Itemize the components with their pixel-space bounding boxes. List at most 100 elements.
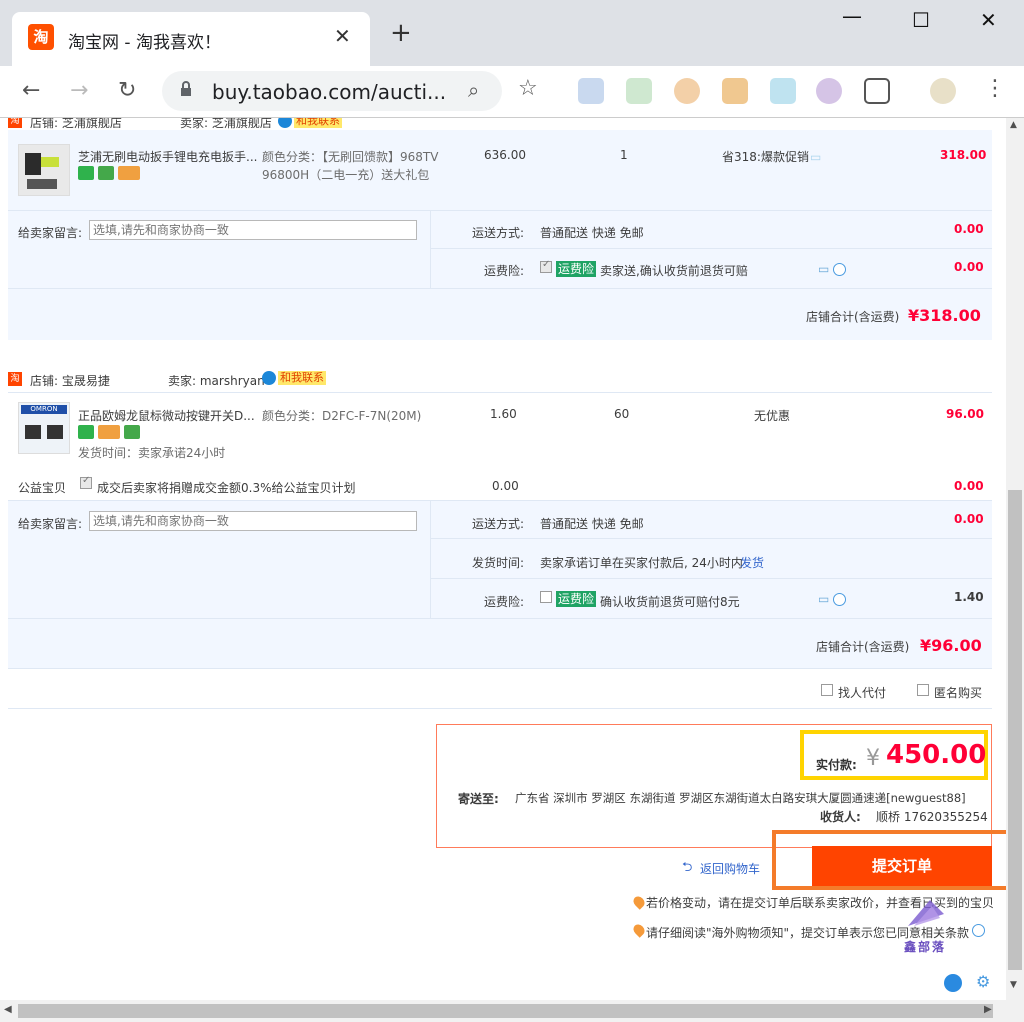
message-label: 给卖家留言:	[18, 517, 83, 531]
shipping-cost: 0.00	[954, 512, 984, 526]
chat-icon[interactable]: ▭	[810, 150, 821, 164]
order-page: 淘 店铺: 芝浦旗舰店 卖家: 芝浦旗舰店 和我联系 芝浦无刷电动扳手锂电充电扳…	[0, 118, 1006, 1000]
shipping-method[interactable]: 普通配送 快递 免邮	[540, 515, 644, 532]
receiver-label: 收货人:	[820, 810, 861, 824]
quantity: 60	[614, 407, 630, 421]
window-close-button[interactable]: ✕	[980, 8, 997, 32]
wangwang-chat-icon[interactable]	[944, 974, 962, 992]
divider	[8, 668, 992, 669]
tab-close-icon[interactable]: ✕	[334, 24, 351, 48]
location-pin-icon	[631, 922, 647, 938]
scroll-up-arrow-icon[interactable]: ▲	[1010, 120, 1017, 130]
unit-price: 1.60	[490, 407, 517, 421]
shop-total-label: 店铺合计(含运费)	[816, 640, 910, 654]
shop-total: ¥318.00	[908, 306, 981, 325]
back-to-cart-link[interactable]: 返回购物车	[700, 860, 760, 877]
chat-icon[interactable]: ▭	[818, 592, 829, 606]
extension-icon[interactable]	[626, 78, 652, 104]
return-arrow-icon[interactable]: ⮌	[682, 858, 692, 880]
shipping-method[interactable]: 普通配送 快递 免邮	[540, 224, 644, 241]
divider	[8, 288, 992, 289]
anonymous-checkbox[interactable]	[917, 684, 929, 696]
brand-label: OMRON	[21, 405, 67, 414]
scroll-down-arrow-icon[interactable]: ▼	[1010, 980, 1017, 990]
product-image[interactable]	[18, 144, 70, 196]
vertical-scrollbar[interactable]: ▲ ▼	[1006, 118, 1024, 1000]
anonymous-label[interactable]: 匿名购买	[934, 684, 982, 701]
unit-price: 636.00	[484, 148, 526, 162]
help-icon[interactable]	[833, 593, 846, 606]
insurance-text: 确认收货前退货可赔付8元	[600, 595, 740, 609]
help-icon[interactable]	[833, 263, 846, 276]
settings-gear-icon[interactable]: ⚙	[976, 972, 990, 991]
seller-message-input[interactable]	[89, 511, 417, 531]
wangwang-icon[interactable]	[278, 118, 292, 128]
seller-name: 卖家: marshryan	[168, 374, 265, 388]
contact-seller-link[interactable]: 和我联系	[278, 371, 326, 385]
bookmark-star-icon[interactable]: ☆	[518, 76, 538, 101]
chat-icon[interactable]: ▭	[818, 262, 829, 276]
insurance-cost: 1.40	[954, 590, 984, 604]
divider	[430, 538, 992, 539]
browser-tab[interactable]: 淘 淘宝网 - 淘我喜欢！ ✕	[12, 12, 370, 66]
divider	[8, 708, 992, 709]
pay-label: 实付款:	[816, 758, 857, 772]
pay-amount: 450.00	[886, 740, 987, 770]
scroll-right-arrow-icon[interactable]: ▶	[984, 1004, 992, 1015]
profile-avatar[interactable]	[930, 78, 956, 104]
minimize-button[interactable]: —	[842, 4, 862, 28]
charity-checkbox[interactable]	[80, 475, 92, 489]
seller-message-input[interactable]	[89, 220, 417, 240]
delivery-link[interactable]: 发货	[740, 554, 764, 571]
switch-product-icon	[25, 425, 63, 439]
item-spec: 颜色分类：D2FC-F-7N(20M)	[262, 409, 422, 423]
extension-icon[interactable]	[816, 78, 842, 104]
extension-icon[interactable]	[578, 78, 604, 104]
forward-arrow-icon[interactable]: →	[70, 78, 88, 103]
taobao-shop-icon: 淘	[8, 118, 22, 128]
location-pin-icon	[631, 894, 647, 910]
insurance-checkbox[interactable]	[540, 591, 552, 603]
lock-icon	[181, 81, 191, 96]
zoom-icon[interactable]: ⌕	[468, 78, 479, 102]
insurance-tag: 运费险	[556, 261, 597, 277]
url-text: buy.taobao.com/aucti...	[212, 80, 447, 104]
contact-seller-link[interactable]: 和我联系	[294, 118, 342, 128]
scroll-left-arrow-icon[interactable]: ◀	[4, 1004, 12, 1015]
screenshot-icon[interactable]	[864, 78, 890, 104]
insurance-cost: 0.00	[954, 260, 984, 274]
charity-cost: 0.00	[954, 479, 984, 493]
back-arrow-icon[interactable]: ←	[22, 78, 40, 103]
extension-icon[interactable]	[770, 78, 796, 104]
proxy-pay-checkbox[interactable]	[821, 684, 833, 696]
shop-total-label: 店铺合计(含运费)	[806, 310, 900, 324]
wrench-product-icon	[25, 153, 59, 189]
extension-icon[interactable]	[674, 78, 700, 104]
quantity: 1	[620, 148, 628, 162]
wangwang-icon[interactable]	[262, 371, 276, 385]
insurance-checkbox[interactable]	[540, 259, 552, 273]
watermark-logo	[908, 900, 944, 926]
horizontal-scrollbar[interactable]: ◀ ▶	[0, 1000, 1024, 1022]
extension-icon[interactable]	[722, 78, 748, 104]
guarantee-icon	[124, 425, 140, 439]
product-image[interactable]: OMRON	[18, 402, 70, 454]
scrollbar-thumb[interactable]	[18, 1004, 993, 1018]
new-tab-button[interactable]: +	[390, 20, 412, 46]
menu-dots-icon[interactable]: ⋮	[984, 78, 1006, 100]
shop-name[interactable]: 店铺: 宝晟易捷	[30, 372, 110, 389]
proxy-pay-label[interactable]: 找人代付	[838, 684, 886, 701]
scrollbar-thumb[interactable]	[1008, 490, 1022, 970]
help-icon[interactable]	[972, 924, 985, 937]
browser-tab-strip: 淘 淘宝网 - 淘我喜欢！ ✕ + — ☐ ✕	[0, 0, 1024, 66]
ship-time-note: 发货时间：卖家承诺24小时	[78, 446, 226, 460]
credit-card-icon	[98, 425, 120, 439]
item-title-link[interactable]: 正品欧姆龙鼠标微动按键开关D...	[78, 407, 255, 424]
divider	[430, 578, 992, 579]
charity-text: 成交后卖家将捐赠成交金额0.3%给公益宝贝计划	[97, 481, 356, 495]
insurance-tag: 运费险	[556, 591, 597, 607]
reload-icon[interactable]: ↻	[118, 78, 136, 103]
item-title-link[interactable]: 芝浦无刷电动扳手锂电充电扳手...	[78, 148, 257, 165]
address-bar[interactable]: buy.taobao.com/aucti... ⌕	[162, 71, 502, 111]
maximize-button[interactable]: ☐	[912, 8, 930, 32]
